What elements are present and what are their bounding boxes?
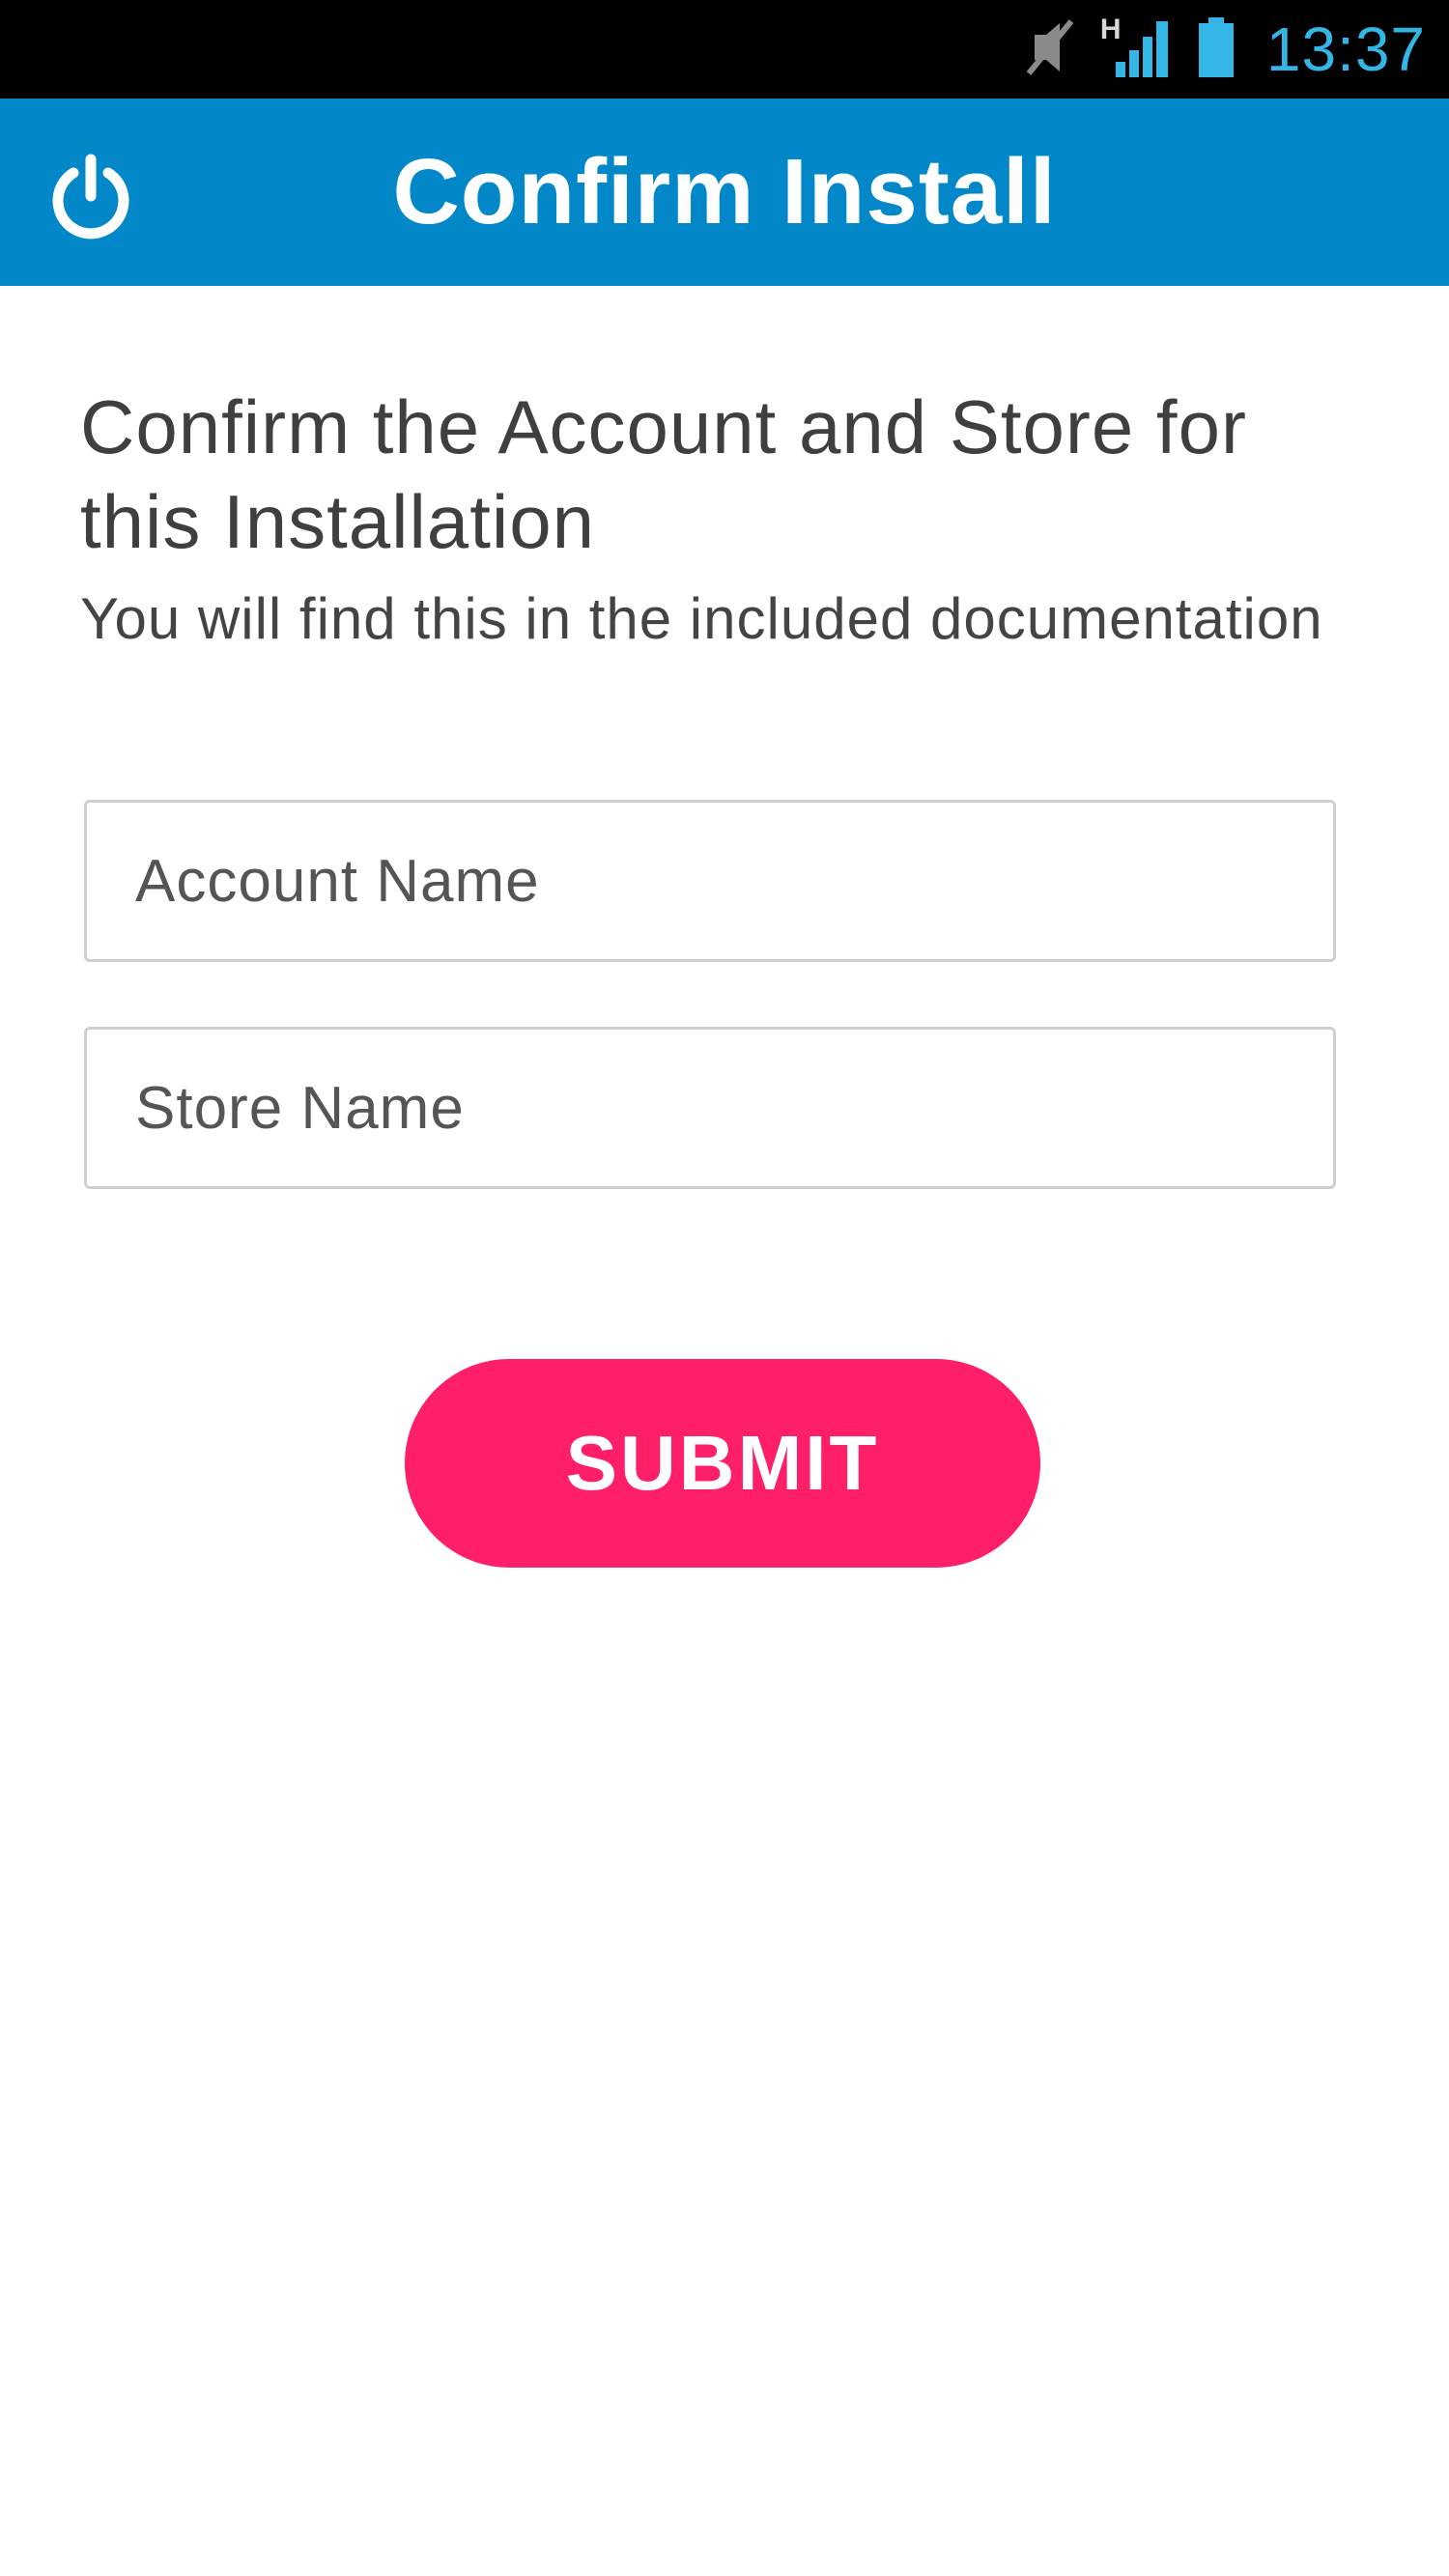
submit-button[interactable]: SUBMIT [405, 1359, 1040, 1568]
status-time: 13:37 [1265, 14, 1426, 84]
account-name-field[interactable] [84, 800, 1336, 962]
status-bar: H 13:37 [0, 0, 1449, 99]
store-name-input[interactable] [133, 1030, 1333, 1186]
battery-icon [1195, 15, 1237, 84]
account-name-input[interactable] [133, 803, 1333, 959]
app-bar: Confirm Install [0, 99, 1449, 286]
mute-icon [1021, 15, 1079, 84]
store-name-field[interactable] [84, 1027, 1336, 1189]
form-subheading: You will find this in the included docum… [80, 586, 1323, 651]
status-icons: H 13:37 [1021, 0, 1426, 99]
form-heading: Confirm the Account and Store for this I… [80, 384, 1247, 564]
page-title: Confirm Install [392, 140, 1057, 243]
signal-icon: H [1100, 14, 1174, 81]
